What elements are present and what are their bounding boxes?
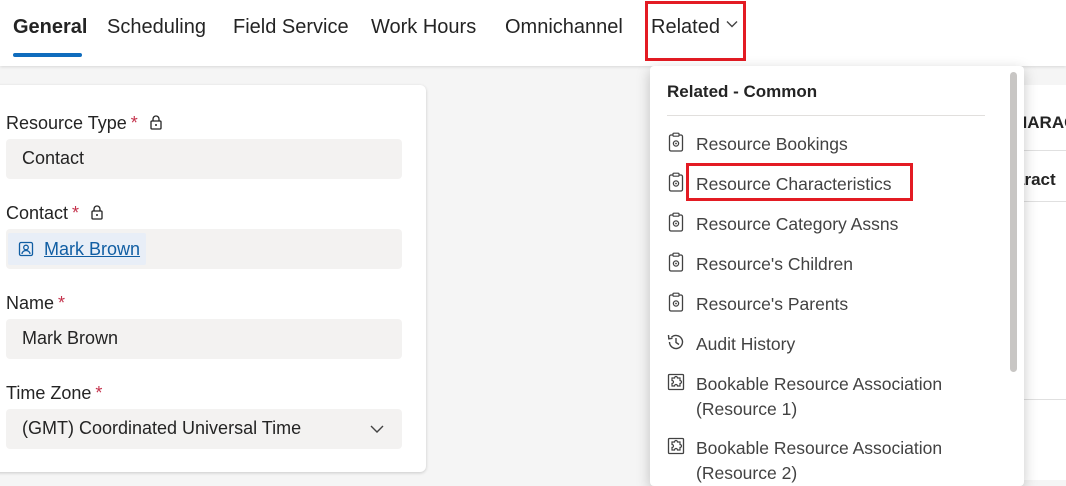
- history-icon: [667, 334, 684, 350]
- menu-item-label: Audit History: [696, 334, 796, 354]
- divider: [667, 115, 985, 116]
- time-zone-select[interactable]: (GMT) Coordinated Universal Time: [6, 409, 402, 449]
- contact-card-icon: [18, 241, 34, 257]
- lock-icon: [150, 115, 162, 130]
- chevron-down-icon: [370, 425, 384, 433]
- clipboard-gear-icon: [668, 212, 684, 232]
- tab-omnichannel[interactable]: Omnichannel: [505, 16, 623, 39]
- menu-item-label: Resource's Children: [696, 254, 854, 274]
- name-value: Mark Brown: [22, 328, 119, 348]
- clipboard-gear-icon: [668, 132, 684, 152]
- resource-type-value: Contact: [22, 148, 85, 168]
- menu-item-label: Resource Bookings: [696, 134, 848, 154]
- required-marker: *: [95, 383, 103, 403]
- menu-item-label: Resource Category Assns: [696, 214, 899, 234]
- menu-item-resources-children[interactable]: Resource's Children: [664, 252, 994, 277]
- time-zone-value: (GMT) Coordinated Universal Time: [22, 418, 302, 438]
- menu-item-label: Bookable Resource Association (Resource …: [696, 438, 943, 483]
- required-marker: *: [72, 203, 80, 223]
- required-marker: *: [130, 113, 138, 133]
- tab-general[interactable]: General: [13, 16, 87, 39]
- contact-link[interactable]: Mark Brown: [44, 239, 140, 260]
- contact-label: Contact *: [6, 203, 103, 224]
- required-marker: *: [58, 293, 66, 313]
- menu-item-label: Resource's Parents: [696, 294, 849, 314]
- tab-bar: General Scheduling Field Service Work Ho…: [0, 0, 1066, 66]
- active-tab-indicator: [13, 53, 82, 57]
- name-field[interactable]: Mark Brown: [6, 319, 402, 359]
- menu-item-audit-history[interactable]: Audit History: [664, 332, 994, 357]
- tab-field-service[interactable]: Field Service: [233, 16, 349, 39]
- tab-scheduling[interactable]: Scheduling: [107, 16, 206, 39]
- menu-scrollbar[interactable]: [1010, 72, 1017, 372]
- time-zone-label: Time Zone *: [6, 383, 103, 403]
- resource-type-label: Resource Type *: [6, 113, 162, 134]
- related-tab-highlight: [645, 1, 746, 61]
- menu-item-resources-parents[interactable]: Resource's Parents: [664, 292, 994, 317]
- menu-item-label: Bookable Resource Association (Resource …: [696, 374, 943, 419]
- contact-field: Mark Brown: [6, 229, 402, 269]
- menu-item-bookable-resource-association-1[interactable]: Bookable Resource Association (Resource …: [664, 372, 994, 422]
- clipboard-gear-icon: [668, 172, 684, 192]
- name-label: Name *: [6, 293, 66, 313]
- clipboard-gear-icon: [668, 292, 684, 312]
- puzzle-icon: [667, 437, 685, 455]
- puzzle-icon: [667, 373, 685, 391]
- menu-item-bookable-resource-association-2[interactable]: Bookable Resource Association (Resource …: [664, 436, 994, 486]
- contact-lookup-chip[interactable]: Mark Brown: [8, 233, 147, 265]
- tab-work-hours[interactable]: Work Hours: [371, 16, 476, 39]
- lock-icon: [91, 205, 103, 220]
- clipboard-gear-icon: [668, 252, 684, 272]
- related-dropdown-menu: Related - Common Resource Bookings Resou…: [650, 66, 1024, 486]
- resource-type-field[interactable]: Contact: [6, 139, 402, 179]
- resource-characteristics-highlight: [686, 163, 913, 201]
- menu-item-resource-bookings[interactable]: Resource Bookings: [664, 132, 994, 157]
- menu-item-resource-category-assns[interactable]: Resource Category Assns: [664, 212, 994, 237]
- menu-section-header: Related - Common: [667, 82, 818, 101]
